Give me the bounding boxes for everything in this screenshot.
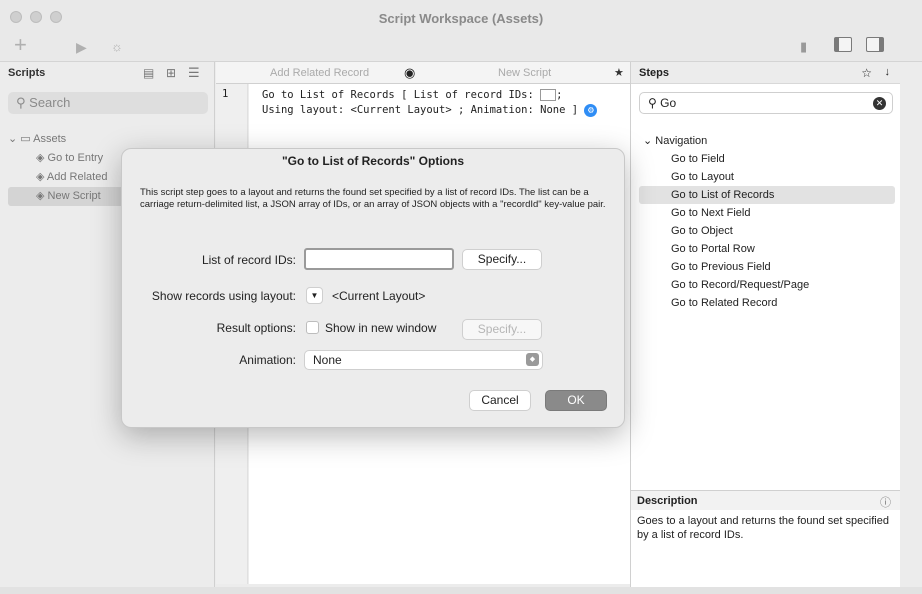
dialog-title: "Go to List of Records" Options (281, 154, 465, 168)
stepper-arrows-icon: ◆ (526, 353, 539, 366)
step-item[interactable]: Go to Related Record (639, 294, 895, 312)
dialog-description: This script step goes to a layout and re… (140, 187, 606, 210)
copy-icon[interactable]: ▮ (800, 38, 807, 56)
result-options-label: Result options: (216, 321, 296, 335)
animation-label: Animation: (239, 353, 296, 367)
step-item[interactable]: Go to Record/Request/Page (639, 276, 895, 294)
step-item[interactable]: Go to Previous Field (639, 258, 895, 276)
options-gear-icon[interactable]: ⚙ (584, 103, 598, 117)
title-bar: Script Workspace (Assets) + ▶ ☼ ▮ (0, 0, 922, 62)
help-icon[interactable]: ⓘ (880, 494, 891, 510)
menu-icon[interactable]: ☰ (188, 65, 200, 81)
new-window-checkbox[interactable] (306, 321, 319, 334)
right-pane-toggle-icon[interactable] (866, 37, 884, 52)
left-pane-toggle-icon[interactable] (834, 37, 852, 52)
ok-button[interactable]: OK (545, 390, 607, 411)
debug-icon[interactable]: ☼ (111, 38, 123, 56)
placeholder-box (540, 89, 557, 101)
layout-label: Show records using layout: (151, 289, 296, 303)
sort-icon[interactable]: ↓ (885, 66, 891, 78)
steps-list: ⌄ Navigation Go to Field Go to Layout Go… (639, 132, 895, 312)
search-icon: ⚲ (648, 96, 657, 110)
scripts-header: Scripts (8, 67, 46, 79)
steps-group-navigation[interactable]: ⌄ Navigation (639, 132, 895, 150)
animation-select[interactable]: None ◆ (304, 350, 543, 370)
script-step-line[interactable]: Go to List of Records [ List of record I… (262, 88, 598, 118)
step-item-selected[interactable]: Go to List of Records (639, 186, 895, 204)
cancel-button[interactable]: Cancel (469, 390, 531, 411)
specify-window-button[interactable]: Specify... (462, 319, 542, 340)
description-text: Goes to a layout and returns the found s… (637, 515, 889, 541)
options-dialog: "Go to List of Records" Options This scr… (121, 148, 625, 428)
tab-add-related-record[interactable]: Add Related Record (270, 62, 369, 84)
chevron-down-icon: ⌄ (643, 135, 653, 147)
step-item[interactable]: Go to Layout (639, 168, 895, 186)
clear-search-icon[interactable]: ✕ (873, 97, 886, 110)
specify-ids-button[interactable]: Specify... (462, 249, 542, 270)
description-header: Description ⓘ (631, 490, 901, 510)
folder-assets[interactable]: ⌄ ▭ Assets (8, 130, 213, 149)
script-icon: ◈ (36, 152, 45, 164)
script-icon: ◈ (36, 190, 45, 202)
step-item[interactable]: Go to Object (639, 222, 895, 240)
scripts-search-input[interactable]: ⚲ Search (8, 92, 208, 114)
chevron-down-icon[interactable]: ▼ (306, 287, 323, 304)
script-tabs: Add Related Record ◉ New Script ★ (216, 62, 630, 84)
window-title: Script Workspace (Assets) (378, 11, 544, 26)
steps-header: Steps ☆ ↓ (631, 62, 900, 84)
step-item[interactable]: Go to Next Field (639, 204, 895, 222)
search-icon: ⚲ (16, 95, 26, 110)
run-script-icon[interactable]: ▶ (76, 38, 87, 56)
chevron-down-icon: ⌄ (8, 133, 18, 145)
layout-value[interactable]: <Current Layout> (332, 289, 425, 303)
record-ids-label: List of record IDs: (201, 253, 296, 267)
line-number: 1 (222, 88, 229, 100)
script-icon: ◈ (36, 171, 45, 183)
folder-icon: ▭ (20, 133, 31, 145)
eye-icon[interactable]: ◉ (404, 62, 415, 84)
new-window-label: Show in new window (325, 321, 437, 335)
window-edge (900, 62, 922, 587)
favorite-star-icon[interactable]: ☆ (861, 66, 872, 80)
record-ids-field[interactable] (304, 248, 454, 270)
steps-panel: Steps ☆ ↓ ⚲ Go ✕ ⌄ Navigation Go to Fiel… (630, 62, 901, 587)
steps-search-input[interactable]: ⚲ Go ✕ (639, 92, 893, 114)
unsaved-star-icon: ★ (614, 67, 624, 79)
new-folder-icon[interactable]: ⊞ (166, 66, 176, 80)
step-item[interactable]: Go to Portal Row (639, 240, 895, 258)
status-strip (0, 587, 922, 594)
tab-new-script[interactable]: New Script (498, 62, 551, 84)
step-item[interactable]: Go to Field (639, 150, 895, 168)
add-script-icon[interactable]: + (14, 34, 27, 56)
new-script-icon[interactable]: ▤ (143, 66, 154, 80)
